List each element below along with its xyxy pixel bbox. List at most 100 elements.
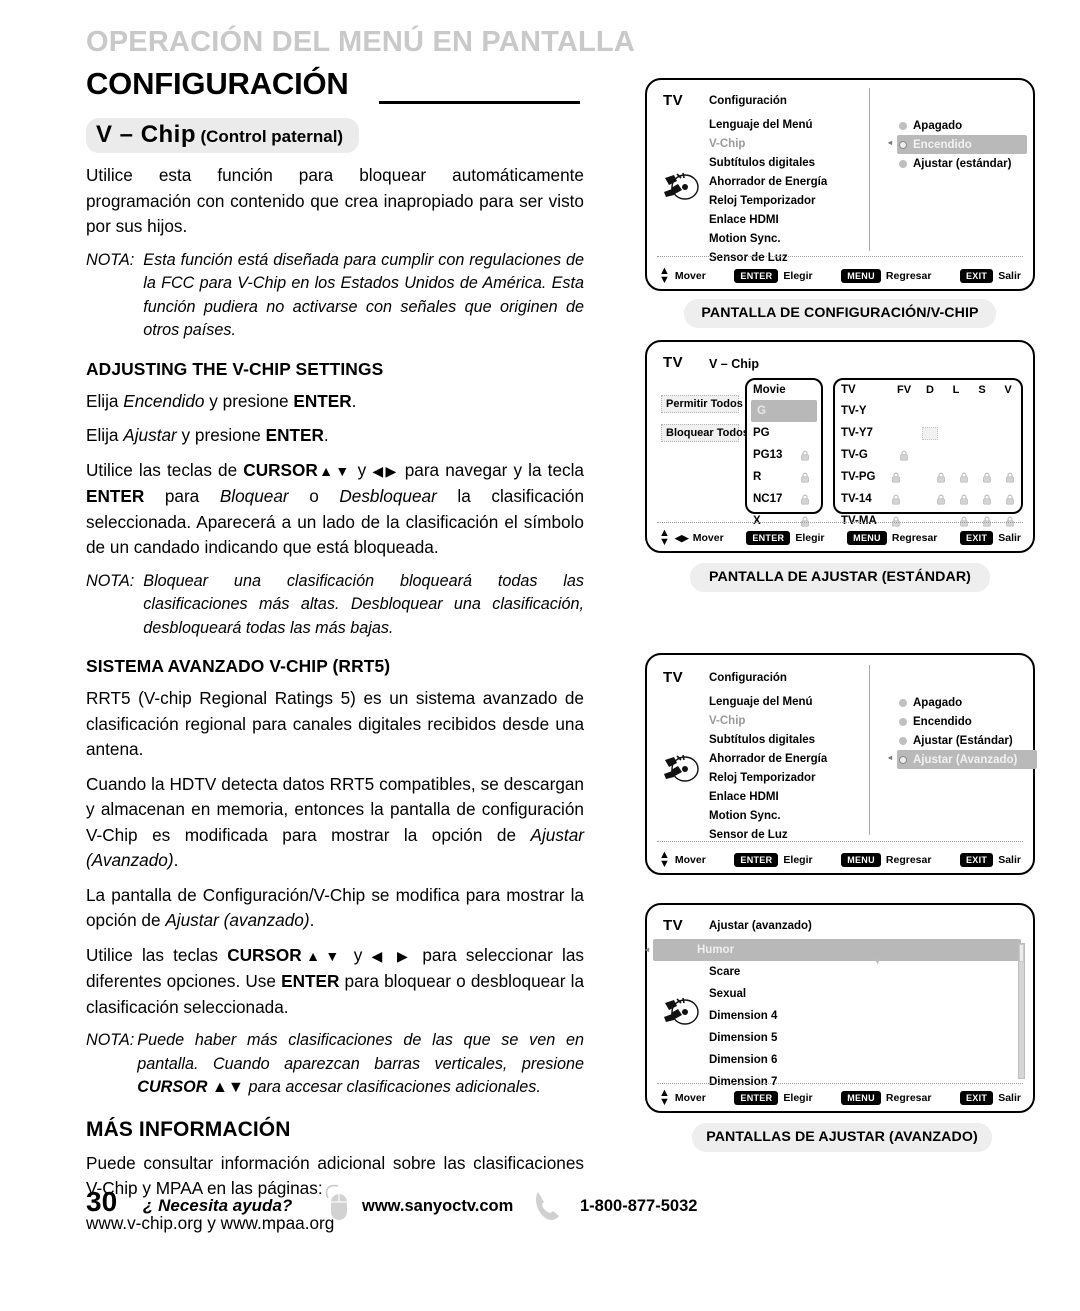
note-3: NOTA: Puede haber más clasificaciones de… xyxy=(86,1029,584,1100)
enter-key-icon: ENTER xyxy=(734,853,779,867)
website-label: www.sanyoctv.com xyxy=(362,1197,514,1215)
option-apagado-label: Apagado xyxy=(913,119,963,132)
option-apagado[interactable]: Apagado xyxy=(897,693,1037,712)
subsection-heading-paren: (Control paternal) xyxy=(200,127,344,146)
leftright-arrows-icon: ◀▶ xyxy=(674,532,689,543)
tv-row-y7-label: TV-Y7 xyxy=(841,427,873,439)
tv-col-l: L xyxy=(952,384,960,396)
movie-row-r[interactable]: R xyxy=(747,466,821,488)
step-3-mid2: para xyxy=(144,486,220,506)
menu-item-subtitulos[interactable]: Subtítulos digitales xyxy=(709,731,827,750)
tv-row-ma-l xyxy=(953,516,976,527)
screen-title-2: V – Chip xyxy=(709,357,760,371)
help-label: ¿ Necesita ayuda? xyxy=(143,1196,293,1215)
screen-title-1: Configuración xyxy=(709,95,787,107)
tv-row-g-label: TV-G xyxy=(841,449,868,461)
step-3: Utilice las teclas de CURSOR▲▼ y ◀▶ para… xyxy=(86,458,584,561)
lock-icon xyxy=(960,472,968,483)
phone-number-label: 1-800-877-5032 xyxy=(580,1197,698,1215)
tv-row-y[interactable]: TV-Y xyxy=(835,400,1021,422)
button-permitir-todos[interactable]: Permitir Todos xyxy=(661,395,743,413)
rrt5-p4-pre: Utilice las teclas xyxy=(86,944,228,965)
legend-bar-4: ▲ ▼ Mover ENTER Elegir MENU Regresar EXIT… xyxy=(647,1088,1033,1108)
lock-icon xyxy=(960,516,968,527)
tv-row-ma-v xyxy=(998,516,1021,527)
option-encendido[interactable]: Encendido xyxy=(897,712,1037,731)
menu-item-motion-sync[interactable]: Motion Sync. xyxy=(709,807,827,826)
step-1: Elija Encendido y presione ENTER. xyxy=(86,389,584,415)
option-ajustar-avanzado-label: Ajustar (Avanzado) xyxy=(913,753,1018,766)
menu-item-lenguaje[interactable]: Lenguaje del Menú xyxy=(709,693,827,712)
adv-row-dimension-6[interactable]: Dimension 6 xyxy=(709,1049,1021,1071)
adv-row-dimension-4[interactable]: Dimension 4 xyxy=(709,1005,1021,1027)
menu-item-lenguaje[interactable]: Lenguaje del Menú xyxy=(709,116,827,135)
legend-salir-label: Salir xyxy=(998,270,1021,282)
caption-ajustar-estandar: PANTALLA DE AJUSTAR (ESTÁNDAR) xyxy=(690,563,990,592)
menu-item-ahorrador[interactable]: Ahorrador de Energía xyxy=(709,750,827,769)
step-2-key: ENTER xyxy=(265,425,324,445)
movie-ratings-panel: Movie G PG PG13 R NC17 X xyxy=(745,378,823,527)
step-2-pre: Elija xyxy=(86,425,124,445)
vertical-scrollbar[interactable] xyxy=(1018,943,1025,1079)
tv-row-y7[interactable]: TV-Y7 xyxy=(835,422,1021,444)
cursor-leftright-icon-2: ◀ ▶ xyxy=(371,947,414,964)
advanced-list: Humor Scare Sexual Dimension 4 Dimension… xyxy=(645,939,1021,1093)
adv-row-dimension-5[interactable]: Dimension 5 xyxy=(709,1027,1021,1049)
menu-item-sensor-luz[interactable]: Sensor de Luz xyxy=(709,249,827,268)
adv-row-scare[interactable]: Scare xyxy=(709,961,1021,983)
menu-item-reloj[interactable]: Reloj Temporizador xyxy=(709,192,827,211)
step-1-mid: y presione xyxy=(204,390,294,411)
menu-item-vchip[interactable]: V-Chip xyxy=(709,712,827,731)
menu-item-vchip[interactable]: V-Chip xyxy=(709,135,827,154)
movie-row-g[interactable]: G xyxy=(751,400,817,422)
panel-divider-1 xyxy=(869,88,870,251)
menu-item-sensor-luz[interactable]: Sensor de Luz xyxy=(709,826,827,845)
caption-ajustar-avanzado: PANTALLAS DE AJUSTAR (AVANZADO) xyxy=(692,1123,992,1152)
adv-row-humor[interactable]: Humor xyxy=(645,939,1021,961)
note-3-text-pre: Puede haber más clasificaciones de las q… xyxy=(137,1031,584,1073)
adv-row-sexual[interactable]: Sexual xyxy=(709,983,1021,1005)
lock-icon xyxy=(900,450,908,461)
movie-row-nc17[interactable]: NC17 xyxy=(747,488,821,510)
step-3-or: o xyxy=(288,486,340,506)
option-apagado[interactable]: Apagado xyxy=(897,116,1027,135)
movie-row-r-label: R xyxy=(753,471,762,483)
legend-menu-2: MENU Regresar xyxy=(847,531,937,545)
legend-menu-3: MENU Regresar xyxy=(841,853,931,867)
menu-item-ahorrador[interactable]: Ahorrador de Energía xyxy=(709,173,827,192)
note-2-label: NOTA: xyxy=(86,571,135,590)
tv-row-pg[interactable]: TV-PG xyxy=(835,466,1021,488)
legend-bar-1: ▲ ▼ Mover ENTER Elegir MENU Regresar EXIT… xyxy=(647,266,1033,286)
tv-row-14-v xyxy=(998,494,1021,505)
lock-icon xyxy=(801,450,809,461)
button-bloquear-todos[interactable]: Bloquear Todos xyxy=(661,424,749,442)
screenshot-ajustar-avanzado: TV Ajustar (avanzado) Humor Scare Sexual… xyxy=(645,903,1035,1113)
option-list-3: Apagado Encendido Ajustar (Estándar) Aju… xyxy=(888,693,1037,769)
lock-icon xyxy=(892,494,900,505)
tv-row-14-s xyxy=(976,494,999,505)
tv-row-14[interactable]: TV-14 xyxy=(835,488,1021,510)
lock-icon xyxy=(801,494,809,505)
movie-row-pg13[interactable]: PG13 xyxy=(747,444,821,466)
option-ajustar-estandar[interactable]: Ajustar (Estándar) xyxy=(897,731,1037,750)
menu-item-motion-sync[interactable]: Motion Sync. xyxy=(709,230,827,249)
tv-row-14-d xyxy=(930,494,953,505)
radio-selected-icon xyxy=(899,140,907,149)
menu-item-hdmi[interactable]: Enlace HDMI xyxy=(709,211,827,230)
scrollbar-thumb[interactable] xyxy=(1019,944,1024,962)
legend-bar-2: ▲ ▼ ◀▶ Mover ENTER Elegir MENU Regresar E… xyxy=(647,528,1033,548)
lock-icon xyxy=(983,516,991,527)
movie-row-pg[interactable]: PG xyxy=(747,422,821,444)
option-encendido[interactable]: Encendido xyxy=(888,135,1027,154)
menu-item-subtitulos[interactable]: Subtítulos digitales xyxy=(709,154,827,173)
lock-icon xyxy=(801,472,809,483)
option-ajustar-avanzado[interactable]: Ajustar (Avanzado) xyxy=(888,750,1037,769)
menu-item-hdmi[interactable]: Enlace HDMI xyxy=(709,788,827,807)
tv-row-g[interactable]: TV-G xyxy=(835,444,1021,466)
menu-item-reloj[interactable]: Reloj Temporizador xyxy=(709,769,827,788)
rrt5-p3-end: . xyxy=(309,910,315,930)
enter-key-icon: ENTER xyxy=(734,269,779,283)
tv-row-14-main xyxy=(885,494,908,505)
option-ajustar-estandar[interactable]: Ajustar (estándar) xyxy=(897,154,1027,173)
section-adjusting-heading: ADJUSTING THE V-CHIP SETTINGS xyxy=(86,358,384,379)
